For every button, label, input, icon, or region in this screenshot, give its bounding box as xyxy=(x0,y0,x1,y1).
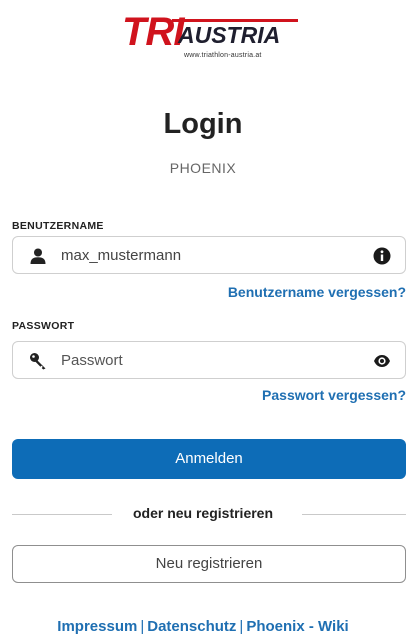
eye-icon[interactable] xyxy=(373,352,391,370)
page-title: Login xyxy=(163,108,243,140)
logo-austria-text: AUSTRIA xyxy=(178,22,281,48)
page-subtitle: PHOENIX xyxy=(169,160,237,176)
password-placeholder: Passwort xyxy=(61,352,123,369)
username-field[interactable]: max_mustermann xyxy=(12,236,406,274)
key-icon xyxy=(29,352,47,370)
footer-separator: | xyxy=(140,618,145,635)
password-label: PASSWORT xyxy=(12,320,75,332)
impressum-link[interactable]: Impressum xyxy=(57,618,137,635)
password-field[interactable]: Passwort xyxy=(12,341,406,379)
footer-links: Impressum | Datenschutz | Phoenix - Wiki xyxy=(0,618,406,635)
forgot-username-link[interactable]: Benutzername vergessen? xyxy=(228,284,406,300)
register-button[interactable]: Neu registrieren xyxy=(12,545,406,583)
info-icon[interactable] xyxy=(373,247,391,265)
username-value: max_mustermann xyxy=(61,247,182,264)
username-label: BENUTZERNAME xyxy=(12,220,104,232)
login-button[interactable]: Anmelden xyxy=(12,439,406,479)
brand-logo: TRI AUSTRIA www.triathlon-austria.at xyxy=(118,10,300,66)
forgot-password-link[interactable]: Passwort vergessen? xyxy=(262,387,406,403)
datenschutz-link[interactable]: Datenschutz xyxy=(147,618,236,635)
phoenix-wiki-link[interactable]: Phoenix - Wiki xyxy=(246,618,348,635)
logo-url-text: www.triathlon-austria.at xyxy=(184,52,262,59)
user-icon xyxy=(29,247,47,265)
logo-tri-text: TRI xyxy=(122,10,184,54)
footer-separator: | xyxy=(239,618,244,635)
divider-text: oder neu registrieren xyxy=(132,505,274,521)
